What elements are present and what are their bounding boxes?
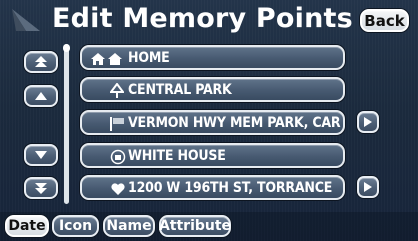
list-item-vermon-hwy[interactable]: VERMON HWY MEM PARK, CAR (80, 110, 345, 135)
list-item-vermon-hwy-more-button[interactable] (357, 111, 379, 133)
back-button[interactable]: Back (360, 9, 409, 32)
scroll-down-button[interactable] (24, 144, 58, 166)
page-title: Edit Memory Points (52, 3, 353, 34)
page-up-button[interactable] (24, 51, 58, 73)
tab-sort-name[interactable]: Name (103, 215, 155, 237)
right-arrow-icon (364, 182, 372, 192)
tab-sort-date[interactable]: Date (5, 215, 49, 237)
home-icon (91, 53, 122, 65)
list-item-1200-w-196th-more-button[interactable] (357, 176, 379, 198)
heart-icon (111, 183, 125, 195)
double-up-arrow-icon (35, 56, 47, 67)
edit-memory-points-screen: Edit Memory Points Back HOME CENTRAL PAR… (0, 0, 418, 241)
tab-sort-attribute[interactable]: Attribute (159, 215, 231, 237)
park-icon (110, 83, 124, 98)
list-item-label: VERMON HWY MEM PARK, CAR (128, 115, 341, 131)
flag-icon (110, 117, 124, 131)
building-icon (110, 149, 126, 165)
list-item-1200-w-196th[interactable]: 1200 W 196TH ST, TORRANCE (80, 175, 345, 200)
scrollbar-thumb[interactable] (63, 44, 70, 52)
list-item-home[interactable]: HOME (80, 45, 345, 70)
navigation-logo-icon (12, 9, 40, 31)
page-down-button[interactable] (24, 177, 58, 199)
list-item-white-house[interactable]: WHITE HOUSE (80, 143, 345, 168)
scroll-up-button[interactable] (24, 85, 58, 107)
down-arrow-icon (35, 151, 47, 159)
list-item-label: HOME (128, 50, 170, 66)
right-arrow-icon (364, 117, 372, 127)
up-arrow-icon (35, 92, 47, 100)
tab-sort-icon[interactable]: Icon (52, 215, 99, 237)
list-item-label: CENTRAL PARK (128, 82, 232, 98)
double-down-arrow-icon (35, 183, 47, 194)
list-item-label: 1200 W 196TH ST, TORRANCE (128, 180, 333, 196)
list-item-central-park[interactable]: CENTRAL PARK (80, 77, 345, 102)
list-item-label: WHITE HOUSE (128, 148, 226, 164)
scrollbar-track[interactable] (64, 44, 69, 204)
